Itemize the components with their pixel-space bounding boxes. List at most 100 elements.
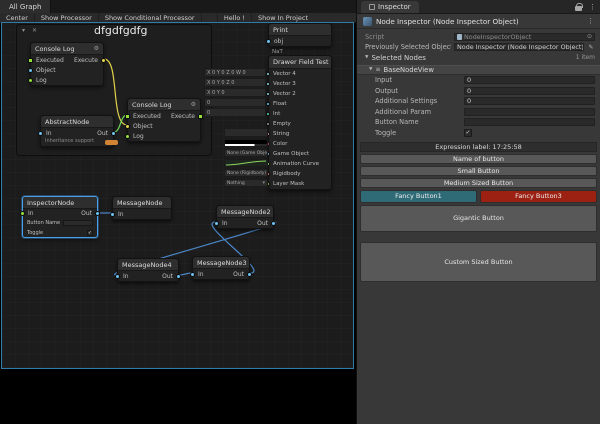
exec-out-port[interactable] xyxy=(101,57,106,63)
obj-in-port[interactable] xyxy=(266,38,271,44)
inspector-title: Node Inspector (Node Inspector Object) xyxy=(376,16,519,26)
check-icon: ✓ xyxy=(465,129,471,137)
script-row: Script NodeInspectorObject ⊙ xyxy=(357,32,600,42)
button-name-input[interactable] xyxy=(63,220,93,226)
kebab-menu-icon[interactable]: ⋮ xyxy=(589,3,596,11)
vector3-field[interactable]: X 0 Y 0 Z 0 xyxy=(204,78,266,87)
object-picker-icon[interactable]: ⊙ xyxy=(587,34,592,40)
rigidbody-field[interactable]: None (Rigidbody) ⊙ xyxy=(224,169,268,177)
port-icon[interactable] xyxy=(266,102,270,106)
exec-in-port[interactable] xyxy=(125,113,130,119)
field-row-additional-settings: Additional Settings 0 xyxy=(357,97,600,107)
port-icon[interactable] xyxy=(266,82,270,86)
out-port[interactable] xyxy=(111,130,116,136)
node-title: Print xyxy=(273,25,288,34)
tab-inspector[interactable]: Inspector xyxy=(361,1,419,13)
object-in-port[interactable] xyxy=(28,67,33,73)
float-field[interactable]: 0 xyxy=(204,98,266,107)
in-port[interactable] xyxy=(110,211,115,217)
out-port[interactable] xyxy=(247,271,252,277)
additional-settings-field[interactable]: 0 xyxy=(464,97,595,106)
previously-selected-field[interactable]: Node Inspector (Node Inspector Object) ⊙ xyxy=(454,43,584,52)
small-button[interactable]: Small Button xyxy=(360,165,597,176)
port-label: Executed xyxy=(133,112,161,120)
node-abstract[interactable]: AbstractNode In Out Inheritance support xyxy=(38,115,116,147)
port-icon[interactable] xyxy=(266,112,270,116)
node-message3[interactable]: MessageNode3 In Out xyxy=(190,256,252,280)
toggle-label: Toggle xyxy=(27,229,44,236)
port-icon[interactable] xyxy=(266,72,270,76)
int-field[interactable]: 0 xyxy=(204,108,266,117)
in-port[interactable] xyxy=(20,211,25,216)
node-message[interactable]: MessageNode In xyxy=(110,196,172,220)
close-icon[interactable]: ✕ xyxy=(32,27,37,34)
additional-param-field[interactable] xyxy=(464,107,595,116)
port-label: Execute xyxy=(74,56,98,64)
toolbar-center-button[interactable]: Center xyxy=(0,13,35,22)
exec-out-port[interactable] xyxy=(198,113,203,119)
node-console-log-2[interactable]: Console Log ⚙ Executed Execute Object Lo… xyxy=(125,98,203,142)
field-row-output: Output 0 xyxy=(357,86,600,96)
base-node-view-foldout[interactable]: ▼ ≡ BaseNodeView xyxy=(357,64,600,75)
gear-icon[interactable]: ⚙ xyxy=(94,45,99,52)
color-field[interactable] xyxy=(224,139,268,147)
gear-icon[interactable]: ⚙ xyxy=(191,101,196,108)
toolbar-show-conditional-processor-button[interactable]: Show Conditional Processor xyxy=(99,13,202,22)
lock-icon[interactable] xyxy=(575,3,583,11)
toolbar-show-in-project-button[interactable]: Show In Project xyxy=(251,13,314,22)
inspector-tabbar: Inspector ⋮ xyxy=(357,0,600,14)
port-label: In xyxy=(28,210,34,217)
node-inspector[interactable]: InspectorNode In Out Button Name Toggle xyxy=(20,196,100,238)
output-field[interactable]: 0 xyxy=(464,86,595,95)
input-field[interactable]: 0 xyxy=(464,76,595,85)
out-port[interactable] xyxy=(95,211,100,216)
foldout-arrow-icon: ▼ xyxy=(369,67,373,72)
toolbar-show-processor-button[interactable]: Show Processor xyxy=(35,13,99,22)
fancy-button-1[interactable]: Fancy Button1 xyxy=(360,189,477,203)
node-console-log-1[interactable]: Console Log ⚙ Executed Execute Object Lo… xyxy=(28,42,106,86)
name-of-button[interactable]: Name of button xyxy=(360,153,597,164)
button-name-field[interactable] xyxy=(464,118,595,127)
vector2-field[interactable]: X 0 Y 0 xyxy=(204,88,266,97)
custom-sized-button[interactable]: Custom Sized Button xyxy=(360,241,597,282)
log-in-port[interactable] xyxy=(125,133,130,139)
selected-nodes-foldout[interactable]: ▼ Selected Nodes 1 item xyxy=(357,53,600,63)
exec-in-port[interactable] xyxy=(28,57,33,63)
in-port[interactable] xyxy=(190,271,195,277)
node-drawer-field-test[interactable]: Drawer Field Test Vector 4 Vector 3 Vect… xyxy=(266,55,332,190)
gigantic-button[interactable]: Gigantic Button xyxy=(360,204,597,232)
toggle-checkbox[interactable]: ✓ xyxy=(87,229,93,236)
tab-all-graph[interactable]: All Graph xyxy=(0,0,52,13)
node-title: Drawer Field Test xyxy=(273,58,329,66)
in-port[interactable] xyxy=(214,220,219,226)
toolbar-hello-button[interactable]: Hello ! xyxy=(216,13,251,22)
chevron-down-icon[interactable]: ▾ xyxy=(22,27,25,34)
toggle-checkbox[interactable]: ✓ xyxy=(464,128,472,137)
node-message2[interactable]: MessageNode2 In Out xyxy=(214,205,276,229)
out-port[interactable] xyxy=(271,220,276,226)
graph-canvas[interactable]: ▾ ✕ dfgdfgdfg Console Log ⚙ Executed Exe… xyxy=(1,22,354,369)
string-field[interactable] xyxy=(224,128,268,137)
out-port[interactable] xyxy=(176,273,181,279)
vector4-field[interactable]: X 0 Y 0 Z 0 W 0 xyxy=(204,68,266,77)
node-message4[interactable]: MessageNode4 In Out xyxy=(115,258,181,282)
node-title: MessageNode2 xyxy=(221,207,271,216)
log-in-port[interactable] xyxy=(28,77,33,83)
script-field[interactable]: NodeInspectorObject ⊙ xyxy=(454,32,595,41)
edit-icon[interactable]: ✎ xyxy=(587,44,595,51)
port-label: Out xyxy=(97,129,108,137)
inheritance-note: Inheritance support xyxy=(45,138,95,144)
medium-sized-button[interactable]: Medium Sized Button xyxy=(360,177,597,188)
in-port[interactable] xyxy=(38,130,43,136)
port-icon[interactable] xyxy=(266,92,270,96)
header-kebab-menu-icon[interactable]: ⋮ xyxy=(587,17,594,25)
game-object-field[interactable]: None (Game Object) ⊙ xyxy=(224,149,268,157)
node-print[interactable]: Print obj xyxy=(266,23,332,47)
animation-curve-field[interactable] xyxy=(224,159,268,167)
object-in-port[interactable] xyxy=(125,123,130,129)
port-icon[interactable] xyxy=(266,122,270,126)
fancy-button-3[interactable]: Fancy Button3 xyxy=(480,189,597,203)
in-port[interactable] xyxy=(115,273,120,279)
field-row-additional-param: Additional Param xyxy=(357,107,600,117)
layer-mask-dropdown[interactable]: Nothing ▾ xyxy=(224,179,268,187)
